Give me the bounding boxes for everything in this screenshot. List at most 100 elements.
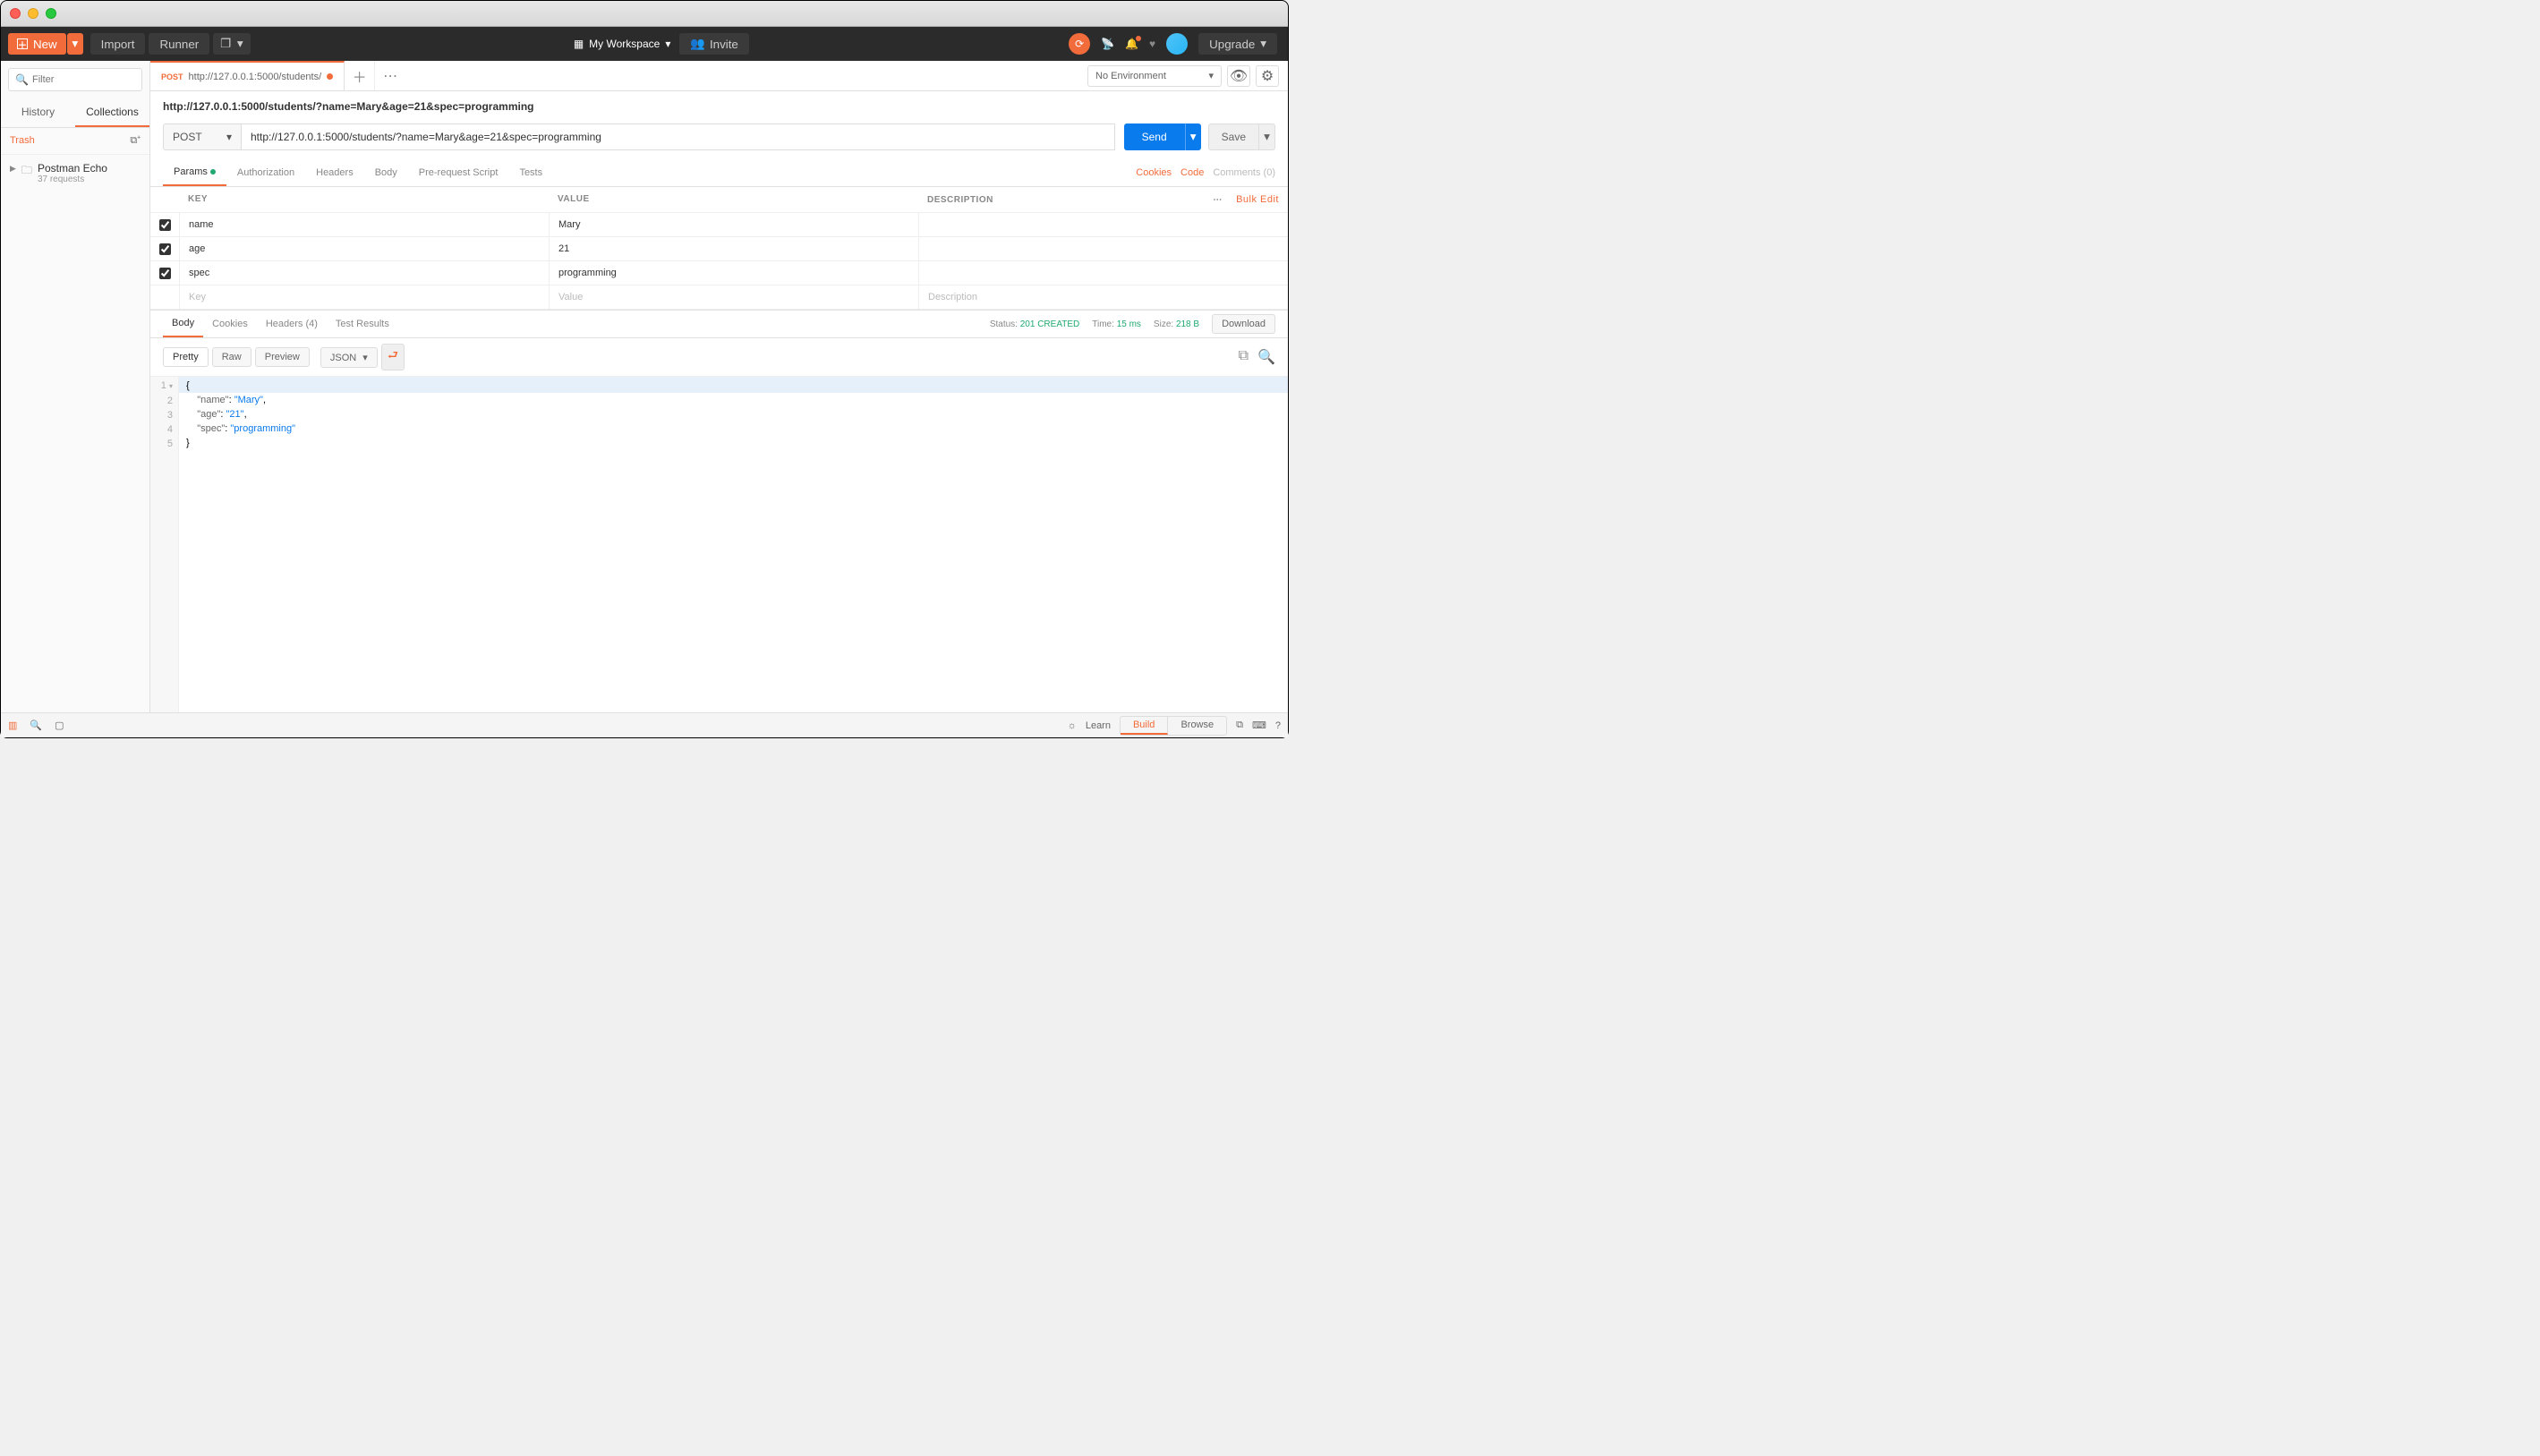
help-icon[interactable]: ? [1275,720,1281,731]
param-key-placeholder[interactable]: Key [179,285,549,309]
search-response-icon[interactable]: 🔍 [1257,348,1275,366]
param-value[interactable]: programming [549,261,918,285]
satellite-icon[interactable]: 📡 [1101,38,1114,50]
two-pane-icon[interactable]: ⧉ [1236,719,1243,731]
find-icon[interactable]: 🔍 [30,719,42,731]
new-collection-icon[interactable]: ⧉⁺ [130,135,141,147]
params-more-icon[interactable]: ⋯ [1213,195,1223,205]
code-link[interactable]: Code [1181,167,1204,178]
notifications-icon[interactable]: 🔔 [1125,38,1138,50]
wrap-icon: ⮐ [388,348,398,362]
tab-prerequest[interactable]: Pre-request Script [408,160,509,185]
param-row[interactable]: spec programming [150,261,1288,285]
param-row[interactable]: age 21 [150,237,1288,261]
param-checkbox[interactable] [159,243,171,255]
tab-authorization[interactable]: Authorization [226,160,305,185]
search-icon: 🔍 [15,73,29,86]
param-desc-placeholder[interactable]: Description [918,285,1288,309]
bootcamp-icon[interactable]: ☼ [1068,720,1077,731]
tab-tests[interactable]: Tests [508,160,553,185]
param-row[interactable]: name Mary [150,213,1288,237]
invite-label: Invite [710,38,738,51]
format-selector[interactable]: JSON ▾ [320,347,378,368]
response-tab-headers[interactable]: Headers (4) [257,311,327,336]
collection-name: Postman Echo [38,162,107,175]
copy-icon[interactable]: ⧉ [1239,348,1249,366]
sidebar-toggle-icon[interactable]: ▥ [8,719,17,731]
upgrade-label: Upgrade [1209,38,1255,51]
new-window-button[interactable]: ❐ ▾ [213,33,250,55]
param-key[interactable]: spec [179,261,549,285]
tab-headers[interactable]: Headers [305,160,364,185]
workspace-selector[interactable]: ▦ My Workspace ▾ [574,38,671,50]
new-button[interactable]: ＋ New [8,33,66,55]
method-label: POST [173,131,202,143]
new-dropdown-button[interactable]: ▾ [67,33,83,55]
trash-link[interactable]: Trash [10,135,35,147]
view-preview-button[interactable]: Preview [255,347,310,367]
upgrade-button[interactable]: Upgrade ▾ [1198,33,1277,55]
comments-link[interactable]: Comments (0) [1213,167,1275,178]
url-input[interactable] [242,123,1115,150]
format-label: JSON [330,353,356,363]
time-value: 15 ms [1117,319,1141,329]
response-tab-tests[interactable]: Test Results [327,311,398,336]
tab-overflow-button[interactable]: ⋯ [375,61,405,90]
param-row-empty[interactable]: Key Value Description [150,285,1288,310]
bulk-edit-link[interactable]: Bulk Edit [1236,194,1279,205]
window-maximize-button[interactable] [46,8,56,19]
send-button[interactable]: Send [1124,123,1185,150]
mode-build-button[interactable]: Build [1121,717,1168,735]
eye-icon: 👁 [1230,67,1248,85]
param-description[interactable] [918,213,1288,236]
folder-icon: 🗀 [21,162,32,181]
param-value[interactable]: 21 [549,237,918,260]
download-button[interactable]: Download [1212,314,1275,334]
tab-history[interactable]: History [1,98,75,127]
tab-collections[interactable]: Collections [75,98,149,127]
environment-quicklook-button[interactable]: 👁 [1227,65,1250,87]
console-icon[interactable]: ▢ [55,719,64,731]
environment-settings-button[interactable]: ⚙ [1256,65,1279,87]
save-button[interactable]: Save [1208,123,1259,150]
param-value[interactable]: Mary [549,213,918,236]
tab-body[interactable]: Body [364,160,408,185]
response-body-viewer[interactable]: 1 ▾ 2 3 4 5 { "name": "Mary", "age": "21… [150,377,1288,712]
mode-switcher: Build Browse [1120,716,1227,736]
window-close-button[interactable] [10,8,21,19]
learn-link[interactable]: Learn [1086,720,1111,731]
sidebar: 🔍 History Collections Trash ⧉⁺ ▶ 🗀 Postm… [1,61,150,712]
param-key[interactable]: age [179,237,549,260]
param-checkbox[interactable] [159,268,171,279]
sync-icon[interactable]: ⟳ [1069,33,1090,55]
invite-button[interactable]: 👥 Invite [679,33,748,55]
keyboard-shortcuts-icon[interactable]: ⌨ [1252,719,1266,731]
request-tab-active[interactable]: POST http://127.0.0.1:5000/students/ [150,61,345,90]
mode-browse-button[interactable]: Browse [1168,717,1226,735]
param-value-placeholder[interactable]: Value [549,285,918,309]
response-tab-cookies[interactable]: Cookies [203,311,257,336]
runner-button[interactable]: Runner [149,33,209,55]
add-tab-button[interactable]: ＋ [345,61,375,90]
view-raw-button[interactable]: Raw [212,347,251,367]
wrap-lines-button[interactable]: ⮐ [381,344,405,370]
response-tab-body[interactable]: Body [163,311,203,337]
save-dropdown-button[interactable]: ▾ [1259,123,1275,150]
param-key[interactable]: name [179,213,549,236]
import-button[interactable]: Import [90,33,146,55]
http-method-selector[interactable]: POST ▾ [163,123,242,150]
environment-selector[interactable]: No Environment ▾ [1087,65,1222,87]
collection-item[interactable]: ▶ 🗀 Postman Echo 37 requests [1,155,149,192]
param-checkbox[interactable] [159,219,171,231]
heart-icon[interactable]: ♥ [1149,38,1155,50]
tab-params[interactable]: Params [163,159,226,186]
code-content: { "name": "Mary", "age": "21", "spec": "… [179,377,1288,712]
code-gutter: 1 ▾ 2 3 4 5 [150,377,179,712]
param-description[interactable] [918,261,1288,285]
param-description[interactable] [918,237,1288,260]
window-minimize-button[interactable] [28,8,38,19]
cookies-link[interactable]: Cookies [1136,167,1172,178]
view-pretty-button[interactable]: Pretty [163,347,209,367]
send-dropdown-button[interactable]: ▾ [1185,123,1201,150]
user-avatar[interactable] [1166,33,1188,55]
